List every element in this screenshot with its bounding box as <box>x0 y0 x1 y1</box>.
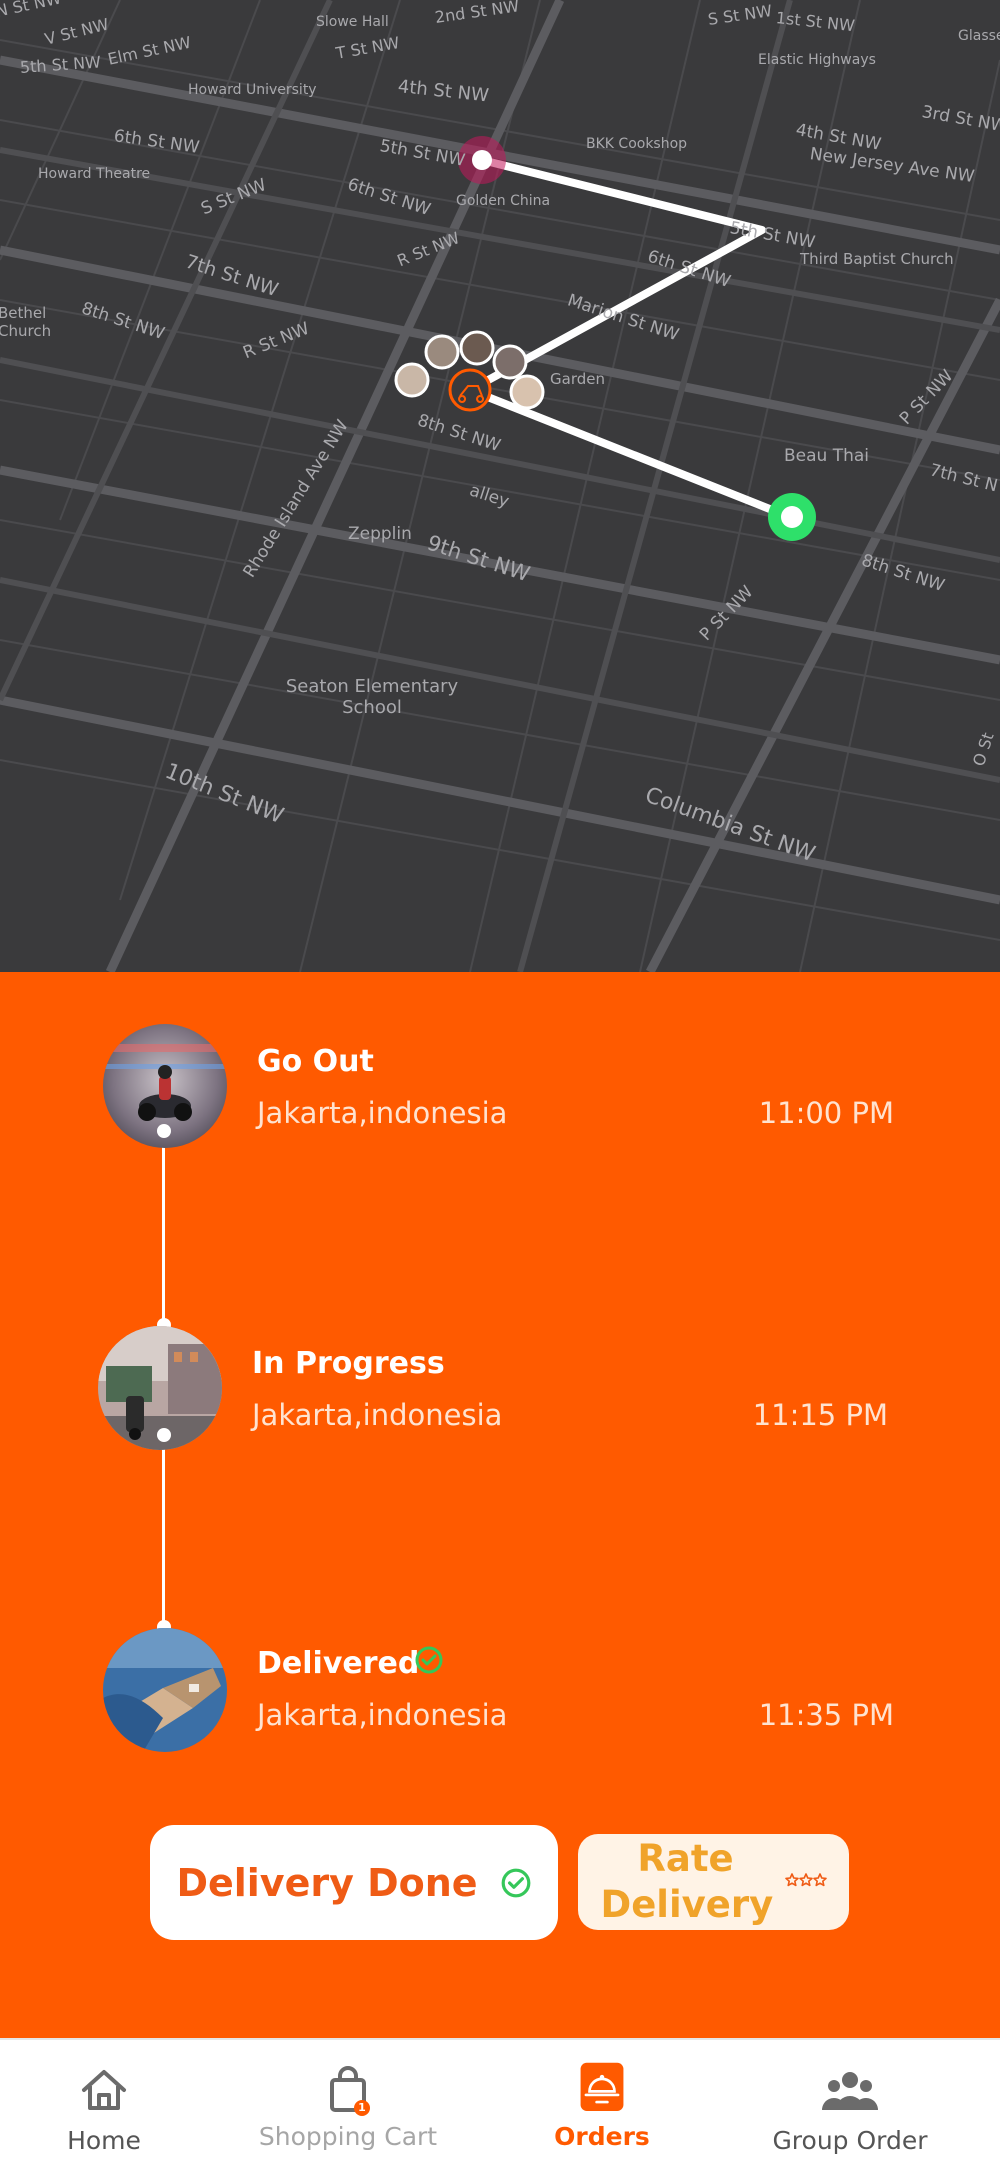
stars-icon <box>784 1873 827 1887</box>
check-circle-icon <box>501 1868 530 1897</box>
courier-scooter-icon <box>448 368 492 412</box>
step-location: Jakarta,indonesia <box>257 1698 508 1732</box>
map-street-label: Golden China <box>456 193 551 209</box>
nav-orders[interactable]: Orders <box>540 2040 664 2173</box>
timeline-dot <box>157 1124 171 1138</box>
nav-shopping-cart[interactable]: 1 Shopping Cart <box>250 2040 446 2173</box>
nav-group-label: Group Order <box>772 2126 928 2155</box>
delivery-done-button[interactable]: Delivery Done <box>150 1825 558 1940</box>
bottom-navigation: Home 1 Shopping Cart Orders Group Order <box>0 2038 1000 2173</box>
rate-delivery-button[interactable]: Rate Delivery <box>578 1834 849 1930</box>
map-street-label: Howard University <box>188 82 317 98</box>
step-photo-delivered <box>103 1628 227 1752</box>
courier-avatar-cluster <box>394 330 545 412</box>
map-street-label: Glasser <box>958 28 1000 44</box>
cart-badge: 1 <box>354 2100 370 2116</box>
step-title: Go Out <box>257 1044 374 1079</box>
timeline-connector <box>162 1132 165 1324</box>
orders-icon <box>580 2062 624 2111</box>
step-location: Jakarta,indonesia <box>257 1096 508 1130</box>
map-street-label: Seaton Elementary School <box>285 676 459 718</box>
nav-cart-label: Shopping Cart <box>258 2122 438 2151</box>
group-icon <box>821 2072 879 2110</box>
step-time: 11:00 PM <box>758 1096 894 1130</box>
nav-home[interactable]: Home <box>46 2040 162 2173</box>
map-street-label: Garden <box>550 370 605 388</box>
nav-home-label: Home <box>67 2126 141 2155</box>
map-street-label: Howard Theatre <box>38 166 151 182</box>
map-street-label: Beau Thai <box>784 446 870 466</box>
map-street-label: BKK Cookshop <box>586 136 688 152</box>
route-map[interactable]: N St NW V St NW Elm St NW 5th St NW Slowe Ha… <box>0 0 1000 972</box>
map-street-label: Zepplin <box>348 524 412 544</box>
timeline-dot <box>157 1428 171 1442</box>
step-location: Jakarta,indonesia <box>252 1398 503 1432</box>
step-time: 11:15 PM <box>752 1398 888 1432</box>
map-street-label: Third Baptist Church <box>800 250 954 268</box>
rate-delivery-label: Rate Delivery <box>600 1837 774 1926</box>
map-street-label: Bethel Church <box>0 304 52 340</box>
nav-orders-label: Orders <box>554 2122 650 2151</box>
home-icon <box>82 2070 126 2110</box>
step-time: 11:35 PM <box>758 1698 894 1732</box>
step-title: Delivered <box>257 1646 420 1681</box>
map-street-label: Elastic Highways <box>758 52 876 68</box>
map-street-label: Slowe Hall <box>316 14 389 30</box>
shopping-bag-icon: 1 <box>320 2062 376 2118</box>
nav-group-order[interactable]: Group Order <box>770 2040 930 2173</box>
step-title: In Progress <box>252 1346 445 1381</box>
timeline-connector <box>162 1435 165 1627</box>
delivered-check-icon <box>415 1646 443 1674</box>
delivery-done-label: Delivery Done <box>176 1860 478 1905</box>
